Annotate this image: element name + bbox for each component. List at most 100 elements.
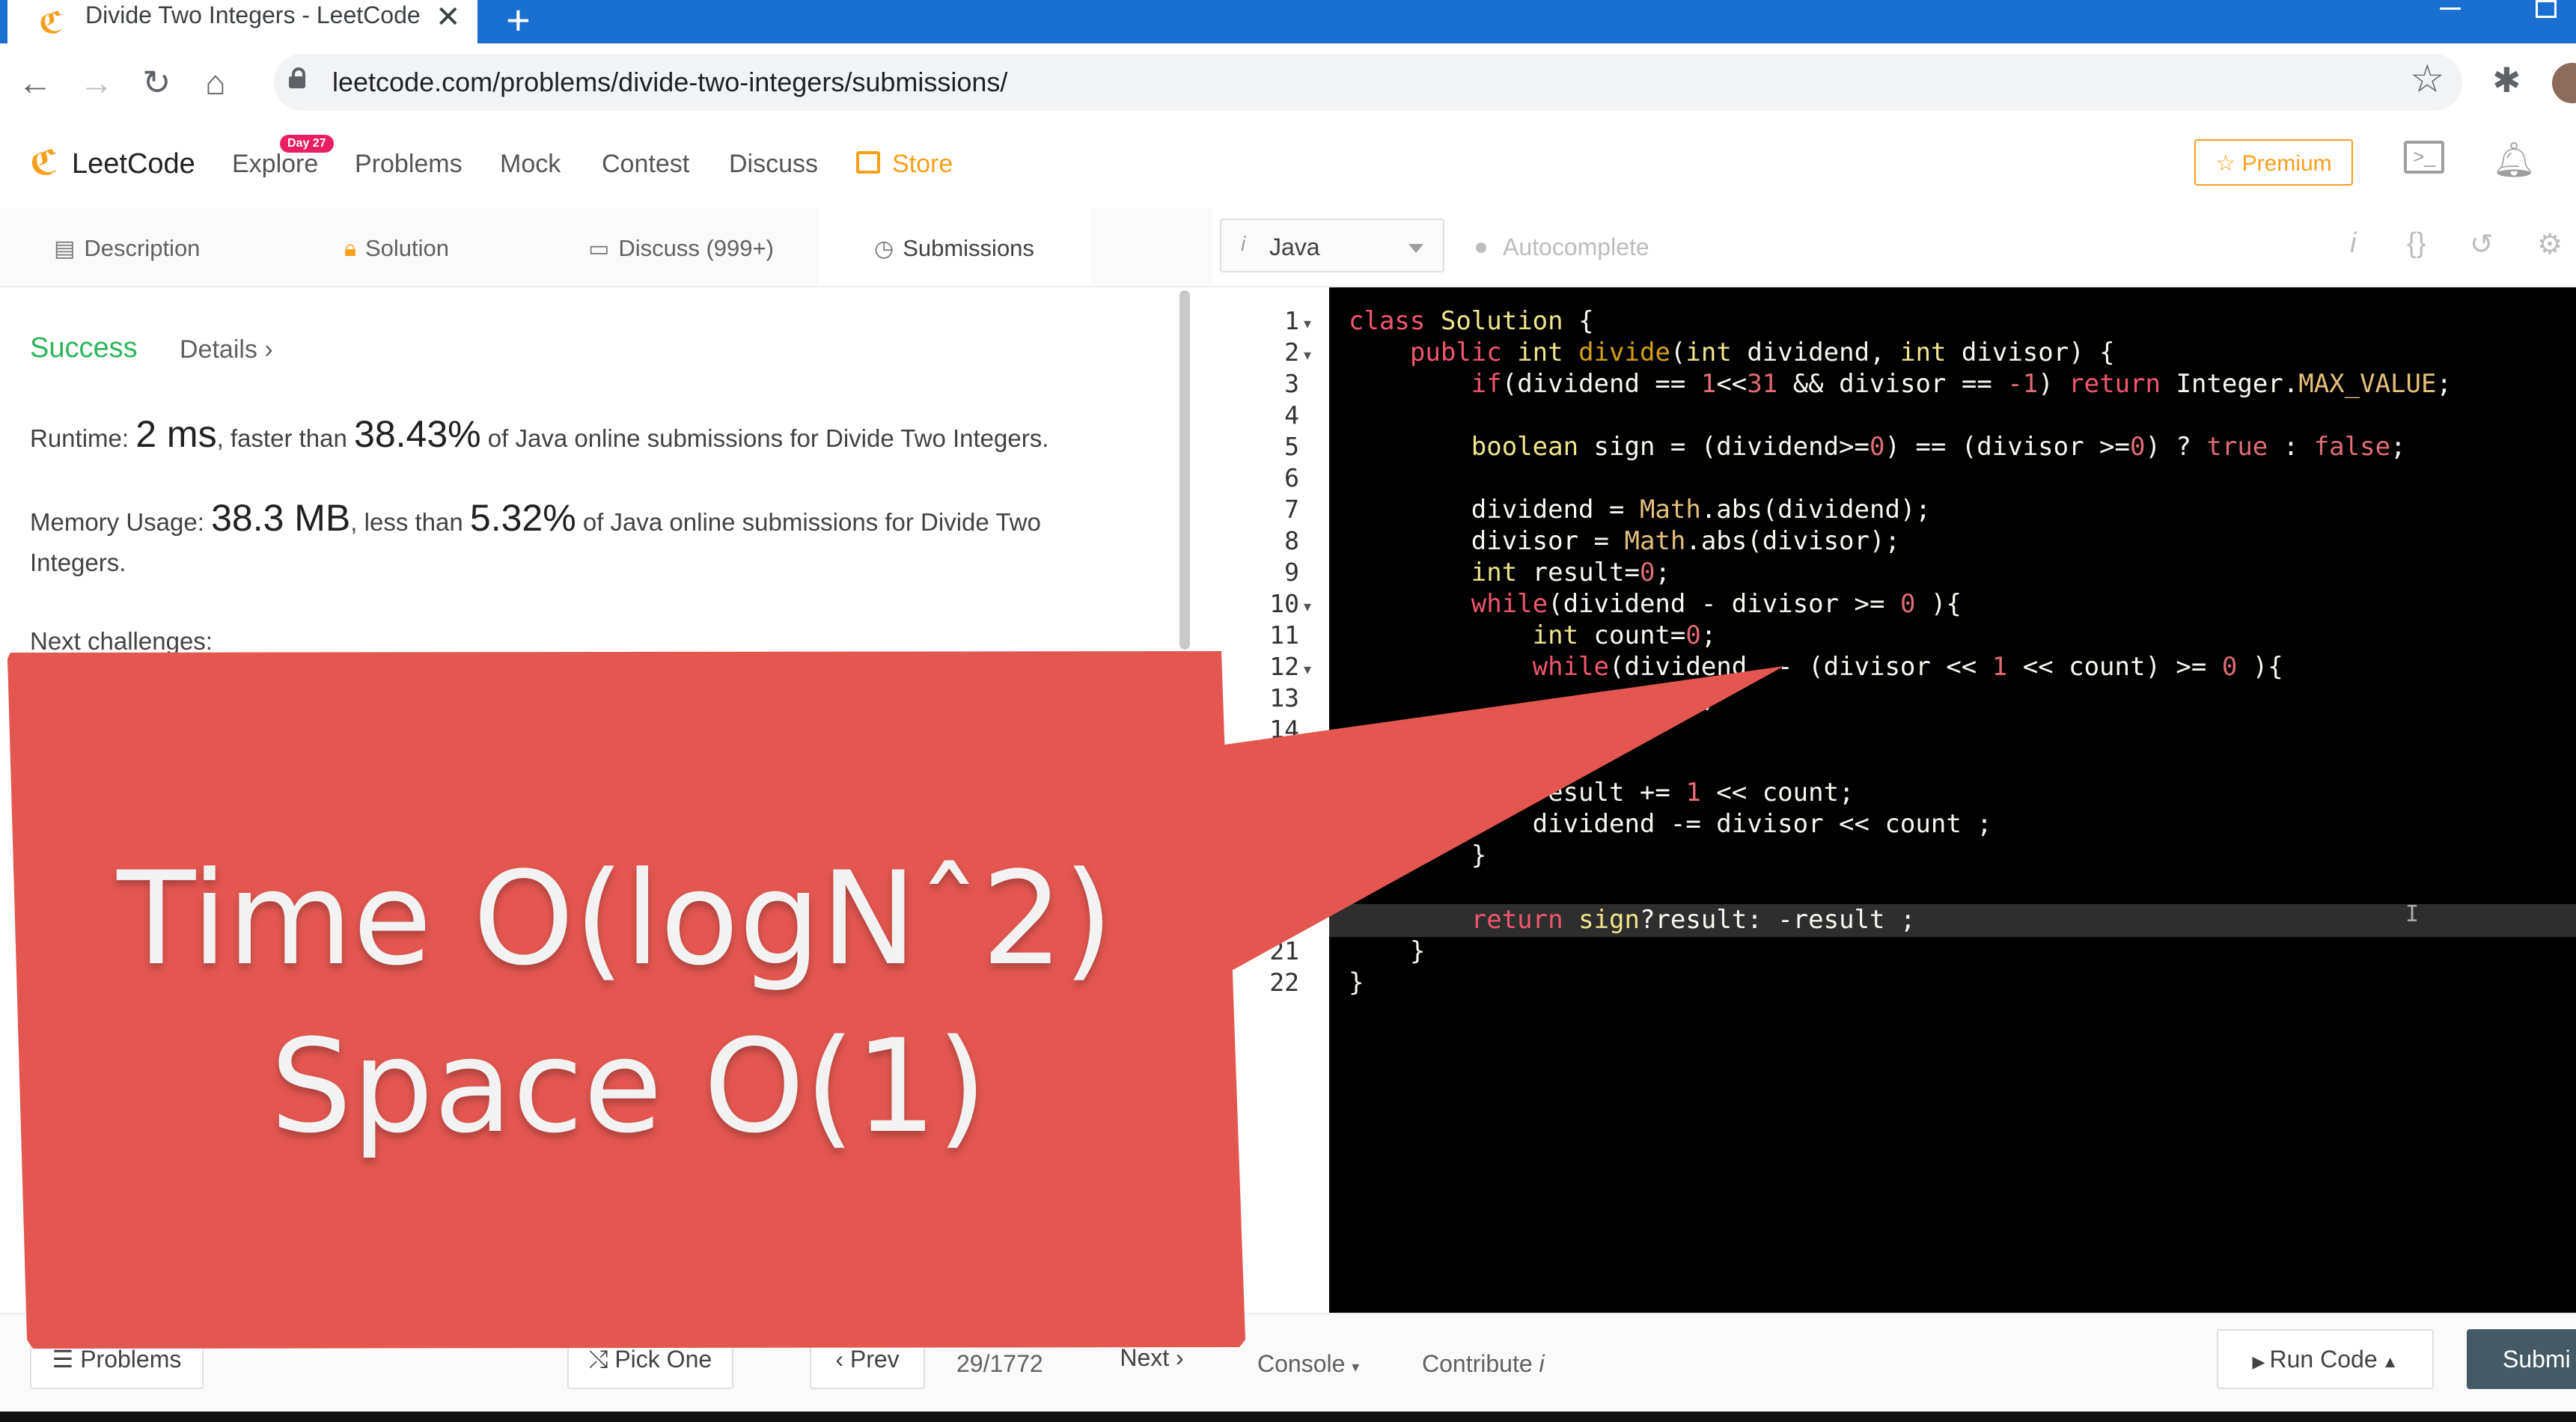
- nav-discuss[interactable]: Discuss: [729, 150, 818, 179]
- leetcode-logo-icon[interactable]: ℭ: [30, 142, 58, 183]
- problem-tabs: ▤ Description 🔒︎ Solution ▭ Discuss (999+) …: [0, 208, 1212, 287]
- language-label: Java: [1269, 234, 1320, 260]
- code-line: }: [1349, 968, 1364, 998]
- braces-icon[interactable]: {}: [2407, 228, 2426, 260]
- code-line: dividend = Math.abs(dividend);: [1349, 495, 1931, 525]
- prev-button[interactable]: ‹ Prev: [810, 1329, 925, 1389]
- code-line: while(dividend - divisor >= 0 ){: [1471, 589, 1962, 619]
- bookmark-star-icon[interactable]: ☆: [2410, 57, 2445, 102]
- code-line: count++;: [1349, 683, 1717, 713]
- reset-icon[interactable]: ↺: [2470, 228, 2494, 261]
- url-text[interactable]: leetcode.com/problems/divide-two-integer…: [332, 67, 1007, 97]
- fold-arrow-icon[interactable]: ▾: [1304, 660, 1311, 679]
- shuffle-icon: ⤭: [588, 1346, 615, 1373]
- premium-button[interactable]: ☆ Premium: [2194, 139, 2353, 186]
- tab-discuss-label: Discuss (999+): [618, 235, 774, 261]
- chevron-up-icon: ▲: [2377, 1352, 2399, 1371]
- lock-icon[interactable]: [289, 67, 305, 88]
- problems-button[interactable]: ☰ Problems: [30, 1329, 204, 1389]
- runtime-tail: of Java online submissions for Divide Tw…: [480, 424, 1049, 452]
- tab-discuss[interactable]: ▭ Discuss (999+): [588, 235, 774, 262]
- space-complexity-text: Space O(1): [270, 1011, 987, 1162]
- brand-name[interactable]: LeetCode: [72, 148, 195, 180]
- memory-tail: of Java online submissions for Divide Tw…: [576, 508, 1041, 536]
- back-icon[interactable]: ←: [18, 61, 52, 103]
- tab-close-icon[interactable]: ✕: [436, 0, 461, 34]
- info-icon[interactable]: i: [2350, 228, 2356, 260]
- pick-one-label: Pick One: [614, 1346, 712, 1373]
- fold-arrow-icon[interactable]: ▾: [1304, 346, 1311, 364]
- lock-icon: 🔒︎: [344, 237, 356, 261]
- minimize-window-icon[interactable]: [2440, 0, 2461, 10]
- code-line: }: [1349, 840, 1487, 870]
- chevron-down-icon: ▾: [1352, 1359, 1360, 1376]
- comment-icon: ▭: [588, 237, 610, 261]
- fold-arrow-icon[interactable]: ▾: [1304, 314, 1311, 333]
- memory-line-2: Integers.: [30, 549, 126, 576]
- details-link[interactable]: Details ›: [180, 335, 273, 364]
- nav-problems[interactable]: Problems: [355, 150, 463, 179]
- line-number: 6: [1284, 463, 1299, 492]
- tab-solution[interactable]: 🔒︎ Solution: [344, 235, 449, 262]
- nav-store[interactable]: Store: [892, 150, 953, 179]
- line-number: 11: [1269, 620, 1299, 650]
- tab-description[interactable]: ▤ Description: [54, 235, 200, 262]
- runtime-value: 2 ms: [135, 413, 217, 455]
- address-bar-row: ← → ↻ ⌂ leetcode.com/problems/divide-two…: [0, 43, 2576, 123]
- line-number: 8: [1284, 526, 1299, 555]
- problem-counter: 29/1772: [956, 1350, 1043, 1377]
- new-tab-button[interactable]: +: [506, 0, 531, 44]
- settings-icon[interactable]: ⚙: [2537, 228, 2563, 261]
- run-code-button[interactable]: ▶ Run Code ▲: [2217, 1329, 2434, 1389]
- window-bottom-edge: [0, 1412, 2576, 1422]
- autocomplete-toggle[interactable]: Autocomplete: [1503, 234, 1649, 261]
- fold-arrow-icon[interactable]: ▾: [1304, 597, 1311, 616]
- info-icon: i: [1539, 1350, 1545, 1377]
- code-line: dividend -= divisor << count ;: [1349, 809, 1992, 839]
- notification-bell-icon[interactable]: 🔔︎: [2492, 139, 2536, 180]
- autocomplete-toggle-icon[interactable]: [1476, 242, 1486, 253]
- line-number: 3: [1284, 369, 1299, 398]
- line-number: 1: [1284, 306, 1299, 335]
- store-icon: [856, 151, 880, 174]
- code-line: public int divide(int dividend, int divi…: [1409, 338, 2115, 367]
- explore-day-badge: Day 27: [280, 135, 334, 153]
- line-number: 14: [1269, 715, 1299, 744]
- restore-window-icon[interactable]: [2536, 0, 2557, 18]
- extensions-icon[interactable]: ✱: [2492, 60, 2521, 100]
- console-button[interactable]: Console ▾: [1257, 1350, 1359, 1378]
- prev-label: Prev: [849, 1346, 900, 1373]
- line-number: 13: [1269, 683, 1299, 712]
- nav-mock[interactable]: Mock: [500, 150, 561, 179]
- playground-icon[interactable]: >_: [2404, 141, 2444, 174]
- nav-explore[interactable]: Explore: [232, 150, 318, 179]
- next-button[interactable]: Next ›: [1105, 1329, 1199, 1389]
- line-number: 10: [1269, 589, 1299, 618]
- pick-one-button[interactable]: ⤭ Pick One: [567, 1329, 733, 1389]
- clock-icon: ◷: [874, 237, 894, 261]
- leetcode-navbar: ℭ LeetCode Explore Day 27 Problems Mock …: [0, 121, 2576, 210]
- run-code-label: Run Code: [2269, 1346, 2378, 1373]
- nav-contest[interactable]: Contest: [602, 150, 689, 179]
- code-line: boolean sign = (dividend>=0) == (divisor…: [1471, 432, 2406, 462]
- home-icon[interactable]: ⌂: [205, 61, 226, 103]
- profile-avatar[interactable]: [2552, 63, 2576, 103]
- language-select[interactable]: i Java: [1220, 219, 1444, 272]
- browser-tab-bar: ℭ Divide Two Integers - LeetCode ✕ +: [0, 0, 2576, 43]
- contribute-button[interactable]: Contribute i: [1422, 1350, 1545, 1378]
- reload-icon[interactable]: ↻: [142, 61, 171, 103]
- line-number: 4: [1284, 400, 1299, 430]
- line-number: 20: [1269, 905, 1299, 934]
- play-icon: ▶: [2252, 1352, 2270, 1371]
- submit-button[interactable]: Submi: [2467, 1329, 2576, 1389]
- tab-submissions[interactable]: ◷ Submissions: [874, 235, 1034, 262]
- time-complexity-text: Time O(logNˆ2): [117, 843, 1114, 994]
- memory-label: Memory Usage:: [30, 508, 212, 536]
- scrollbar[interactable]: [1179, 290, 1190, 650]
- code-line: class Solution {: [1349, 306, 1594, 336]
- browser-tab[interactable]: ℭ Divide Two Integers - LeetCode ✕: [7, 0, 477, 43]
- forward-icon[interactable]: →: [79, 61, 114, 103]
- line-number: 12: [1269, 652, 1299, 681]
- code-line: int result=0;: [1471, 558, 1670, 588]
- code-line: result += 1 << count;: [1349, 778, 1855, 808]
